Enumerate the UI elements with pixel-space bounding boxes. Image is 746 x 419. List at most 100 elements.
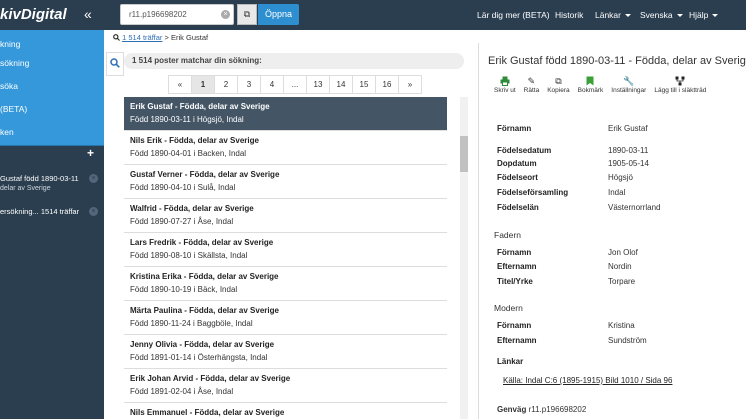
links-label: Länkar [497, 357, 524, 366]
nav-history[interactable]: Historik [555, 10, 583, 20]
history-item-sub: delar av Sverige [0, 185, 51, 192]
nav-links-label: Länkar [595, 10, 621, 20]
list-item-title: Lars Fredrik - Födda, delar av Sverige [130, 238, 274, 247]
list-item[interactable]: Gustaf Verner - Födda, delar av Sverige F… [124, 165, 447, 199]
field-label: Förnamn [497, 124, 532, 133]
search-input[interactable]: r11.p196698202 [120, 4, 234, 25]
page-3[interactable]: 3 [237, 75, 261, 94]
list-item-title: Märta Paulina - Födda, delar av Sverige [130, 306, 279, 315]
page-15[interactable]: 15 [352, 75, 376, 94]
page-first[interactable]: « [168, 75, 192, 94]
results-list: Erik Gustaf - Födda, delar av Sverige Föd… [124, 97, 447, 419]
shortcut-value[interactable]: r11.p196698202 [529, 405, 587, 414]
field-label: Titel/Yrke [497, 277, 533, 286]
page-4[interactable]: 4 [260, 75, 284, 94]
chevron-down-icon [712, 14, 719, 18]
field-label: Födelseförsamling [497, 188, 569, 197]
field-label: Efternamn [497, 336, 537, 345]
field-value: 1890-03-11 [608, 146, 649, 155]
copy-label: Kopiera [547, 87, 570, 94]
bookmark-icon [586, 76, 594, 86]
sidebar-item-other[interactable]: ken [0, 118, 104, 146]
list-item[interactable]: Erik Gustaf - Födda, delar av Sverige Föd… [124, 97, 447, 131]
print-label: Skriv ut [494, 87, 516, 94]
search-panel-toggle[interactable] [106, 52, 124, 76]
list-item[interactable]: Lars Fredrik - Födda, delar av Sverige Fö… [124, 233, 447, 267]
breadcrumb-separator: > [164, 33, 169, 42]
chevron-down-icon [676, 14, 683, 18]
close-icon[interactable]: × [89, 174, 98, 183]
list-item-sub: Född 1890-03-11 i Högsjö, Indal [130, 115, 244, 124]
page-last[interactable]: » [398, 75, 422, 94]
settings-label: Inställningar [611, 87, 647, 94]
list-item[interactable]: Kristina Erika - Födda, delar av Sverige… [124, 267, 447, 301]
nav-language-dropdown[interactable]: Svenska [640, 10, 683, 20]
list-item[interactable]: Nils Erik - Födda, delar av Sverige Född … [124, 131, 447, 165]
bookmark-label: Bokmärk [577, 87, 604, 94]
list-item-sub: Född 1891-02-04 i Åse, Indal [130, 387, 234, 396]
breadcrumb-results-link[interactable]: 1 514 träffar [122, 33, 162, 42]
father-heading: Fadern [494, 230, 521, 240]
copy-icon: ⧉ [555, 76, 562, 86]
page-14[interactable]: 14 [329, 75, 353, 94]
settings-button[interactable]: 🔧 Inställningar [611, 76, 646, 94]
correct-label: Rätta [523, 87, 540, 94]
source-link[interactable]: Källa: Indal C:6 (1895-1915) Bild 1010 /… [503, 376, 672, 385]
nav-help-dropdown[interactable]: Hjälp [689, 10, 719, 20]
list-item-sub: Född 1890-07-27 i Åse, Indal [130, 217, 234, 226]
bookmark-button[interactable]: Bokmärk [577, 76, 604, 94]
pagination: « 1 2 3 4 ... 13 14 15 16 » [168, 75, 422, 94]
history-item[interactable]: Gustaf född 1890-03-11 delar av Sverige [0, 174, 79, 192]
list-item-title: Erik Johan Arvid - Födda, delar av Sveri… [130, 374, 291, 383]
add-to-tree-button[interactable]: Lägg till i släktträd [654, 76, 706, 94]
history-item-title: Gustaf född 1890-03-11 [0, 174, 79, 183]
nav-help-label: Hjälp [689, 10, 709, 20]
breadcrumb: 1 514 träffar > Erik Gustaf [113, 33, 208, 42]
list-item-title: Kristina Erika - Födda, delar av Sverige [130, 272, 279, 281]
add-search-icon[interactable]: + [87, 146, 94, 160]
close-icon[interactable]: × [89, 207, 98, 216]
list-item-sub: Född 1890-04-01 i Backen, Indal [130, 149, 247, 158]
list-item-title: Jenny Olivia - Födda, delar av Sverige [130, 340, 275, 349]
history-item[interactable]: ersökning... 1514 träffar [0, 207, 79, 216]
list-item-title: Nils Erik - Födda, delar av Sverige [130, 136, 259, 145]
print-button[interactable]: Skriv ut [494, 76, 516, 94]
list-item[interactable]: Erik Johan Arvid - Födda, delar av Sveri… [124, 369, 447, 403]
list-item[interactable]: Märta Paulina - Födda, delar av Sverige F… [124, 301, 447, 335]
list-item-title: Nils Emmanuel - Födda, delar av Sverige [130, 408, 285, 417]
tree-icon [675, 76, 685, 86]
copy-button[interactable]: ⧉ Kopiera [547, 76, 569, 94]
field-label: Förnamn [497, 248, 532, 257]
brand-logo[interactable]: kivDigital [0, 6, 67, 23]
list-item-sub: Född 1890-10-19 i Bäck, Indal [130, 285, 238, 294]
list-item-sub: Född 1890-11-24 i Baggböle, Indal [130, 319, 253, 328]
field-value: Högsjö [608, 173, 633, 182]
search-icon [110, 58, 120, 68]
add-to-tree-label: Lägg till i släktträd [654, 87, 707, 94]
nav-links-dropdown[interactable]: Länkar [595, 10, 631, 20]
field-value: Jon Olof [608, 248, 638, 257]
page-16[interactable]: 16 [375, 75, 399, 94]
page-ellipsis: ... [283, 75, 307, 94]
shortcut-label: Genväg [497, 405, 527, 414]
column-divider [478, 43, 479, 419]
list-item[interactable]: Jenny Olivia - Födda, delar av Sverige Fö… [124, 335, 447, 369]
clear-search-icon[interactable]: × [221, 10, 230, 19]
print-icon [500, 76, 510, 86]
record-title: Erik Gustaf född 1890-03-11 - Födda, del… [488, 55, 746, 67]
correct-button[interactable]: ✎ Rätta [524, 76, 540, 94]
copy-reference-button[interactable]: ⧉ [237, 4, 257, 25]
page-13[interactable]: 13 [306, 75, 330, 94]
breadcrumb-current: Erik Gustaf [170, 33, 209, 42]
collapse-sidebar-icon[interactable]: « [84, 6, 92, 22]
field-label: Förnamn [497, 321, 532, 330]
list-item[interactable]: Walfrid - Födda, delar av Sverige Född 18… [124, 199, 447, 233]
list-item[interactable]: Nils Emmanuel - Födda, delar av Sverige [124, 403, 447, 419]
nav-learn-more[interactable]: Lär dig mer (BETA) [477, 10, 550, 20]
open-button[interactable]: Öppna [258, 4, 299, 25]
wrench-icon: 🔧 [623, 76, 635, 86]
page-2[interactable]: 2 [214, 75, 238, 94]
field-label: Efternamn [497, 262, 537, 271]
page-1[interactable]: 1 [191, 75, 215, 94]
results-scrollbar-thumb[interactable] [460, 136, 468, 172]
